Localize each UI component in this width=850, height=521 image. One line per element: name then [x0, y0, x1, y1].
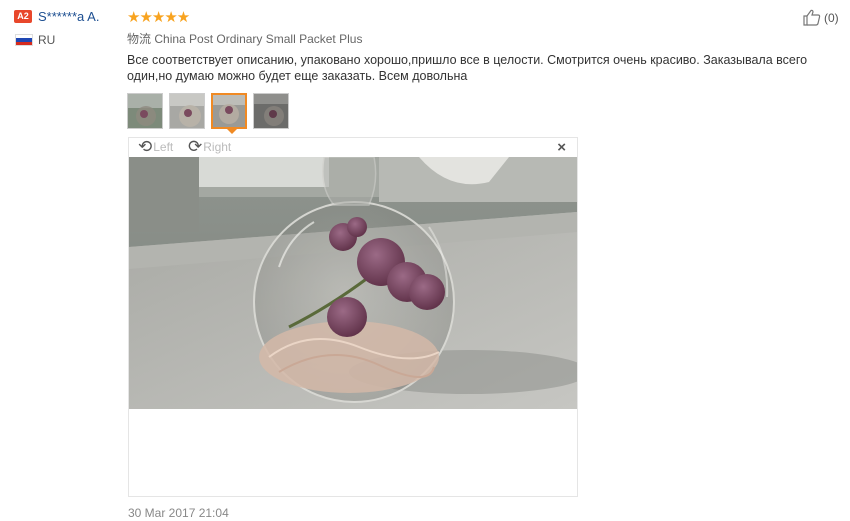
- rating-stars: ★★★★★: [127, 9, 190, 26]
- rotate-right-icon: ⟳: [188, 137, 203, 156]
- user-name: S******a A.: [38, 9, 100, 24]
- viewer-toolbar: ⟲ Left ⟳ Right ×: [129, 138, 577, 157]
- review-thumbnail[interactable]: [169, 93, 205, 129]
- shipping-method: China Post Ordinary Small Packet Plus: [154, 32, 363, 46]
- flag-icon: [15, 34, 33, 46]
- review-thumbnail[interactable]: [127, 93, 163, 129]
- rotate-left-icon: ⟲: [138, 137, 153, 156]
- shipping-prefix: 物流: [127, 32, 152, 46]
- review-text: Все соответствует описанию, упаковано хо…: [127, 53, 808, 83]
- thumbs-up-icon: [803, 9, 821, 26]
- selected-thumbnail-pointer: [226, 128, 238, 134]
- country-code: RU: [38, 33, 56, 47]
- shipping-info: 物流 China Post Ordinary Small Packet Plus: [127, 30, 362, 47]
- review-thumbnail[interactable]: [253, 93, 289, 129]
- helpful-count: (0): [824, 10, 839, 25]
- rotate-left-button[interactable]: ⟲ Left: [138, 138, 173, 155]
- helpful-button[interactable]: (0): [803, 9, 839, 26]
- image-viewer: ⟲ Left ⟳ Right ×: [128, 137, 578, 497]
- review-photo[interactable]: [129, 157, 577, 409]
- user-level-badge: A2: [14, 10, 32, 23]
- review-thumbnail-selected[interactable]: [211, 93, 247, 129]
- rotate-right-button[interactable]: ⟳ Right: [188, 138, 231, 155]
- review-date: 30 Mar 2017 21:04: [128, 506, 229, 520]
- close-icon[interactable]: ×: [557, 140, 566, 155]
- rotate-right-label: Right: [203, 139, 232, 154]
- rotate-left-label: Left: [153, 139, 174, 154]
